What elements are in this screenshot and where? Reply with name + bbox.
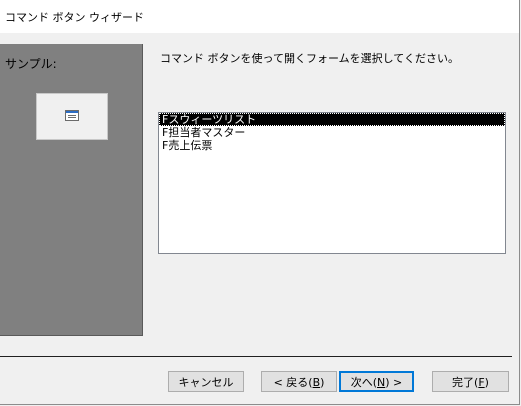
list-item[interactable]: F担当者マスター	[159, 126, 505, 139]
finish-button[interactable]: 完了(F)	[432, 371, 509, 392]
next-button[interactable]: 次へ(N) >	[339, 371, 414, 392]
title-bar[interactable]: コマンド ボタン ウィザード	[0, 0, 519, 33]
back-button-suffix: )	[320, 376, 325, 389]
next-button-mnemonic: N	[377, 376, 386, 389]
wizard-window: コマンド ボタン ウィザード サンプル: コマンド ボタンを使って開くフォームを…	[0, 0, 520, 405]
form-listbox[interactable]: Fスウィーツリスト F担当者マスター F売上伝票	[158, 112, 506, 254]
sample-preview	[36, 93, 108, 140]
instruction-text: コマンド ボタンを使って開くフォームを選択してください。	[160, 52, 459, 65]
sample-panel: サンプル:	[0, 44, 143, 336]
sample-label: サンプル:	[5, 57, 57, 71]
list-item[interactable]: F売上伝票	[159, 139, 505, 152]
finish-button-suffix: )	[484, 376, 489, 389]
back-button-prefix: < 戻る(	[273, 376, 313, 389]
window-title: コマンド ボタン ウィザード	[5, 11, 144, 24]
finish-button-prefix: 完了(	[452, 376, 479, 389]
separator	[0, 356, 512, 357]
back-button-mnemonic: B	[312, 376, 321, 389]
next-button-suffix: ) >	[385, 376, 403, 389]
list-item[interactable]: Fスウィーツリスト	[159, 113, 505, 126]
back-button[interactable]: < 戻る(B)	[261, 371, 337, 392]
cancel-button-label: キャンセル	[178, 376, 234, 389]
form-icon	[65, 110, 79, 121]
next-button-prefix: 次へ(	[350, 376, 378, 389]
cancel-button[interactable]: キャンセル	[168, 371, 244, 392]
